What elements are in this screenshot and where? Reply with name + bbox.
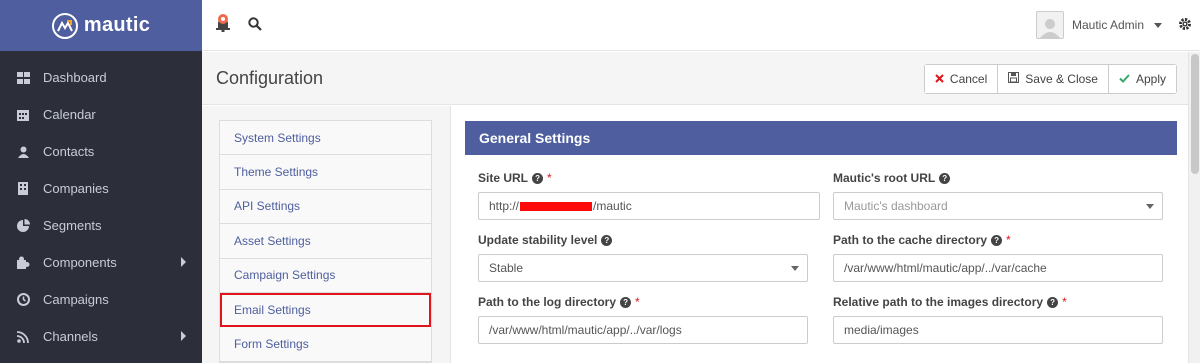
sidebar-item-channels[interactable]: Channels (0, 318, 202, 355)
rss-icon (16, 330, 30, 344)
settings-tab-email[interactable]: Email Settings (220, 292, 431, 328)
required-marker: * (1062, 295, 1067, 309)
help-icon[interactable]: ? (991, 234, 1003, 246)
save-close-button[interactable]: Save & Close (998, 65, 1109, 93)
gear-icon[interactable] (1178, 17, 1192, 34)
building-icon (16, 182, 30, 196)
close-icon (935, 72, 944, 86)
settings-tab-api[interactable]: API Settings (220, 189, 431, 225)
help-icon[interactable]: ? (601, 234, 613, 246)
settings-tab-form[interactable]: Form Settings (220, 327, 431, 362)
sidebar-item-dashboard[interactable]: Dashboard (0, 59, 202, 96)
page-header: Configuration Cancel Save & Close Apply (202, 52, 1188, 105)
page-title: Configuration (216, 68, 324, 88)
save-close-label: Save & Close (1025, 72, 1098, 86)
chevron-down-icon (1154, 22, 1162, 28)
log-dir-label: Path to the log directory ? * (478, 295, 640, 309)
site-url-label: Site URL ? * (478, 171, 552, 185)
clock-icon (16, 293, 30, 307)
sidebar-item-segments[interactable]: Segments (0, 207, 202, 244)
help-icon[interactable]: ? (939, 172, 951, 184)
stability-select[interactable]: Stable (478, 254, 808, 282)
user-name: Mautic Admin (1071, 18, 1144, 32)
sidebar-item-label: Calendar (43, 107, 96, 122)
logo-bar: mautic (0, 0, 202, 51)
settings-panel: General Settings Site URL ? * http:// /m… (450, 106, 1188, 363)
help-icon[interactable]: ? (620, 296, 632, 308)
apply-label: Apply (1135, 72, 1166, 86)
save-icon (1008, 72, 1020, 86)
help-icon[interactable]: ? (532, 172, 544, 184)
sidebar-item-label: Segments (43, 218, 102, 233)
stability-label: Update stability level ? (478, 232, 808, 248)
sidebar-item-label: Contacts (43, 144, 95, 159)
root-url-label: Mautic's root URL ? (833, 170, 1163, 186)
stability-group: Update stability level ? Stable (478, 232, 808, 282)
images-dir-input[interactable]: media/images (833, 316, 1163, 344)
root-url-select[interactable]: Mautic's dashboard (833, 192, 1163, 220)
redaction-mark (520, 201, 593, 211)
cancel-button[interactable]: Cancel (924, 65, 999, 93)
settings-nav: System Settings Theme Settings API Setti… (219, 120, 432, 363)
images-dir-label: Relative path to the images directory ? … (833, 295, 1067, 309)
avatar (1035, 11, 1064, 39)
puzzle-icon (16, 256, 30, 270)
main-content: System Settings Theme Settings API Setti… (202, 106, 1188, 363)
sidebar-item-label: Companies (43, 181, 109, 196)
chevron-down-icon (791, 266, 799, 271)
sidebar: mautic Dashboard Calendar Contacts Compa… (0, 0, 202, 363)
sidebar-item-components[interactable]: Components (0, 244, 202, 281)
settings-tab-campaign[interactable]: Campaign Settings (220, 258, 431, 293)
mautic-logo-icon (51, 12, 78, 39)
page-scrollbar[interactable] (1188, 52, 1200, 363)
chevron-right-icon (181, 331, 186, 341)
notification-bell-icon[interactable] (214, 13, 232, 36)
required-marker: * (635, 295, 640, 309)
search-icon[interactable] (248, 17, 262, 34)
required-marker: * (547, 171, 552, 185)
images-dir-group: Relative path to the images directory ? … (833, 294, 1163, 344)
sidebar-item-label: Campaigns (43, 292, 109, 307)
scrollbar-thumb[interactable] (1191, 54, 1199, 174)
sidebar-item-label: Dashboard (43, 70, 107, 85)
chevron-right-icon (181, 257, 186, 267)
log-dir-input[interactable]: /var/www/html/mautic/app/../var/logs (478, 316, 808, 344)
brand-logo[interactable]: mautic (51, 12, 151, 39)
help-icon[interactable]: ? (1047, 296, 1059, 308)
calendar-icon (16, 108, 30, 122)
dashboard-icon (16, 71, 30, 85)
check-icon (1119, 72, 1130, 86)
pie-chart-icon (16, 219, 30, 233)
user-icon (16, 145, 30, 159)
sidebar-item-contacts[interactable]: Contacts (0, 133, 202, 170)
required-marker: * (1006, 233, 1011, 247)
site-url-input[interactable]: http:// /mautic (478, 192, 820, 220)
sidebar-nav: Dashboard Calendar Contacts Companies Se… (0, 51, 202, 355)
brand-name: mautic (83, 14, 151, 36)
cache-dir-input[interactable]: /var/www/html/mautic/app/../var/cache (833, 254, 1163, 282)
log-dir-group: Path to the log directory ? * /var/www/h… (478, 294, 808, 344)
site-url-group: Site URL ? * http:// /mautic (478, 170, 820, 220)
settings-tab-asset[interactable]: Asset Settings (220, 224, 431, 259)
action-buttons: Cancel Save & Close Apply (923, 64, 1177, 94)
cache-dir-group: Path to the cache directory ? * /var/www… (833, 232, 1163, 282)
settings-tab-theme[interactable]: Theme Settings (220, 155, 431, 190)
settings-tab-system[interactable]: System Settings (220, 121, 431, 156)
cache-dir-label: Path to the cache directory ? * (833, 233, 1011, 247)
sidebar-item-companies[interactable]: Companies (0, 170, 202, 207)
panel-heading: General Settings (465, 121, 1177, 155)
apply-button[interactable]: Apply (1108, 65, 1176, 93)
cancel-label: Cancel (949, 72, 988, 86)
sidebar-item-campaigns[interactable]: Campaigns (0, 281, 202, 318)
chevron-down-icon (1146, 204, 1154, 209)
top-bar: Mautic Admin (202, 0, 1200, 51)
sidebar-item-label: Components (43, 255, 117, 270)
sidebar-item-label: Channels (43, 329, 98, 344)
sidebar-item-calendar[interactable]: Calendar (0, 96, 202, 133)
root-url-group: Mautic's root URL ? Mautic's dashboard (833, 170, 1163, 220)
user-menu[interactable]: Mautic Admin (1035, 11, 1162, 39)
